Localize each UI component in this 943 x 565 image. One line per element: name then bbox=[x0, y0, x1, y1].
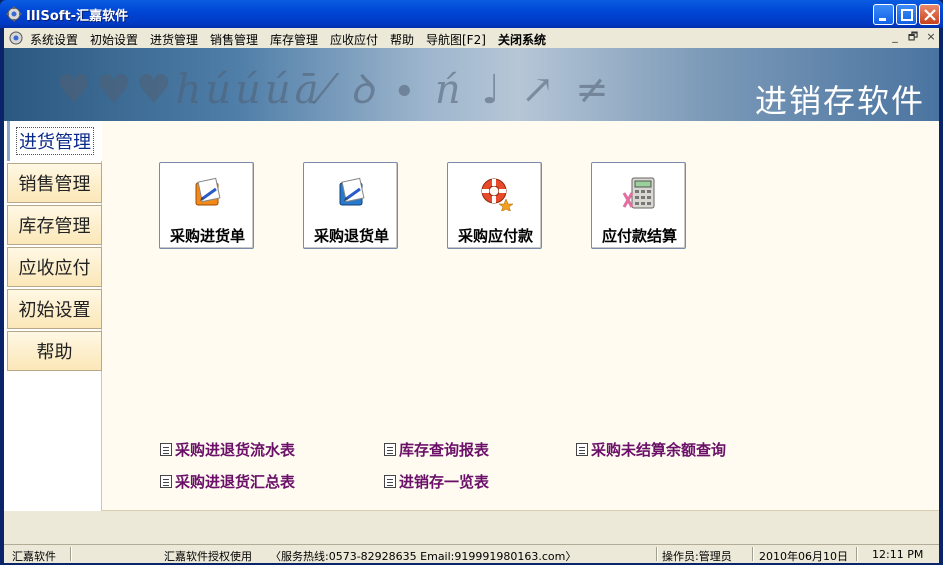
main-panel: 采购进货单 采购退货单 采购应付款 应付款结算 采购进退货流水表 库存查询报表 … bbox=[102, 121, 939, 511]
status-contact: 〈服务热线:0573-82928635 Email:919991980163.c… bbox=[270, 550, 577, 563]
minimize-button[interactable] bbox=[873, 4, 894, 25]
menu-system-settings[interactable]: 系统设置 bbox=[30, 31, 78, 48]
sidebar-item-label: 应收应付 bbox=[18, 258, 91, 279]
menu-initial-settings[interactable]: 初始设置 bbox=[90, 31, 138, 48]
menu-bar: 系统设置 初始设置 进货管理 销售管理 库存管理 应收应付 帮助 导航图[F2]… bbox=[4, 28, 939, 48]
payable-lifebuoy-icon bbox=[481, 178, 514, 211]
report-link-label: 进销存一览表 bbox=[399, 473, 490, 491]
sidebar: 进货管理 销售管理 库存管理 应收应付 初始设置 帮助 bbox=[4, 121, 102, 511]
report-link-inventory-query[interactable]: 库存查询报表 bbox=[384, 439, 489, 460]
menu-navigation-map[interactable]: 导航图[F2] bbox=[426, 31, 486, 48]
sidebar-item-label: 库存管理 bbox=[18, 216, 91, 237]
purchase-payable-button[interactable]: 采购应付款 bbox=[447, 162, 542, 249]
document-icon bbox=[160, 443, 172, 456]
maximize-button[interactable] bbox=[896, 4, 917, 25]
sidebar-item-label: 进货管理 bbox=[16, 127, 94, 155]
status-separator bbox=[656, 547, 658, 561]
client-area: ♥♥♥húúúā⁄ ꝺ ∙ ń ♩ ↗ ≠ 进销存软件 进货管理 销售管理 库存… bbox=[4, 48, 939, 544]
sidebar-item-receivables[interactable]: 应收应付 bbox=[7, 247, 102, 287]
status-separator bbox=[70, 547, 72, 561]
close-button[interactable] bbox=[919, 4, 940, 25]
purchase-order-button[interactable]: 采购进货单 bbox=[159, 162, 254, 249]
report-link-unsettled-balance[interactable]: 采购未结算余额查询 bbox=[576, 439, 726, 460]
report-link-purchase-flow[interactable]: 采购进退货流水表 bbox=[160, 439, 295, 460]
purchase-return-icon bbox=[339, 177, 365, 206]
banner-title: 进销存软件 bbox=[754, 82, 925, 120]
mdi-close-button[interactable]: × bbox=[924, 31, 938, 44]
status-operator: 操作员:管理员 bbox=[662, 550, 732, 563]
document-icon bbox=[384, 443, 396, 456]
sidebar-item-label: 帮助 bbox=[36, 342, 73, 363]
purchase-order-icon bbox=[195, 177, 221, 206]
gear-menu-icon[interactable] bbox=[8, 30, 24, 46]
status-separator bbox=[856, 547, 858, 561]
report-link-label: 采购未结算余额查询 bbox=[591, 441, 727, 459]
menu-inventory-management[interactable]: 库存管理 bbox=[270, 31, 318, 48]
window-title: IIISoft-汇嘉软件 bbox=[26, 9, 129, 24]
purchase-payable-label: 采购应付款 bbox=[457, 227, 533, 245]
document-icon bbox=[160, 475, 172, 488]
header-banner: ♥♥♥húúúā⁄ ꝺ ∙ ń ♩ ↗ ≠ 进销存软件 bbox=[4, 48, 939, 121]
mdi-minimize-button[interactable]: _ bbox=[888, 31, 902, 44]
report-link-label: 库存查询报表 bbox=[399, 441, 490, 459]
sidebar-item-initial-settings[interactable]: 初始设置 bbox=[7, 289, 102, 329]
maximize-icon bbox=[901, 9, 913, 21]
sidebar-item-inventory[interactable]: 库存管理 bbox=[7, 205, 102, 245]
sidebar-item-label: 销售管理 bbox=[18, 174, 91, 195]
mdi-restore-button[interactable]: 🗗 bbox=[906, 31, 920, 44]
document-icon bbox=[384, 475, 396, 488]
banner-decoration: ♥♥♥húúúā⁄ ꝺ ∙ ń ♩ ↗ ≠ bbox=[56, 67, 613, 113]
title-bar: IIISoft-汇嘉软件 bbox=[0, 0, 943, 28]
sidebar-item-help[interactable]: 帮助 bbox=[7, 331, 102, 371]
sidebar-item-sales[interactable]: 销售管理 bbox=[7, 163, 102, 203]
status-time: 12:11 PM bbox=[872, 548, 924, 561]
document-icon bbox=[576, 443, 588, 456]
sidebar-item-label: 初始设置 bbox=[18, 300, 91, 321]
payable-settlement-button[interactable]: 应付款结算 bbox=[591, 162, 686, 249]
status-separator bbox=[752, 547, 754, 561]
purchase-order-label: 采购进货单 bbox=[169, 227, 245, 245]
close-icon bbox=[924, 9, 936, 21]
report-link-label: 采购进退货汇总表 bbox=[175, 473, 296, 491]
menu-help[interactable]: 帮助 bbox=[390, 31, 414, 48]
gear-app-icon[interactable] bbox=[6, 6, 22, 22]
report-link-purchase-summary[interactable]: 采购进退货汇总表 bbox=[160, 471, 295, 492]
purchase-return-label: 采购退货单 bbox=[313, 227, 389, 245]
status-company: 汇嘉软件 bbox=[12, 550, 56, 563]
payable-settlement-label: 应付款结算 bbox=[601, 227, 677, 245]
sidebar-item-purchase[interactable]: 进货管理 bbox=[7, 121, 102, 161]
report-link-overview[interactable]: 进销存一览表 bbox=[384, 471, 489, 492]
status-bar: 汇嘉软件 汇嘉软件授权使用 〈服务热线:0573-82928635 Email:… bbox=[4, 544, 939, 563]
menu-receivables-payables[interactable]: 应收应付 bbox=[330, 31, 378, 48]
status-date: 2010年06月10日 bbox=[759, 550, 848, 563]
menu-sales-management[interactable]: 销售管理 bbox=[210, 31, 258, 48]
menu-close-system[interactable]: 关闭系统 bbox=[498, 31, 546, 48]
calculator-icon bbox=[622, 177, 655, 209]
report-link-label: 采购进退货流水表 bbox=[175, 441, 296, 459]
status-license: 汇嘉软件授权使用 bbox=[164, 550, 252, 563]
menu-purchase-management[interactable]: 进货管理 bbox=[150, 31, 198, 48]
minimize-icon bbox=[879, 18, 886, 21]
purchase-return-button[interactable]: 采购退货单 bbox=[303, 162, 398, 249]
